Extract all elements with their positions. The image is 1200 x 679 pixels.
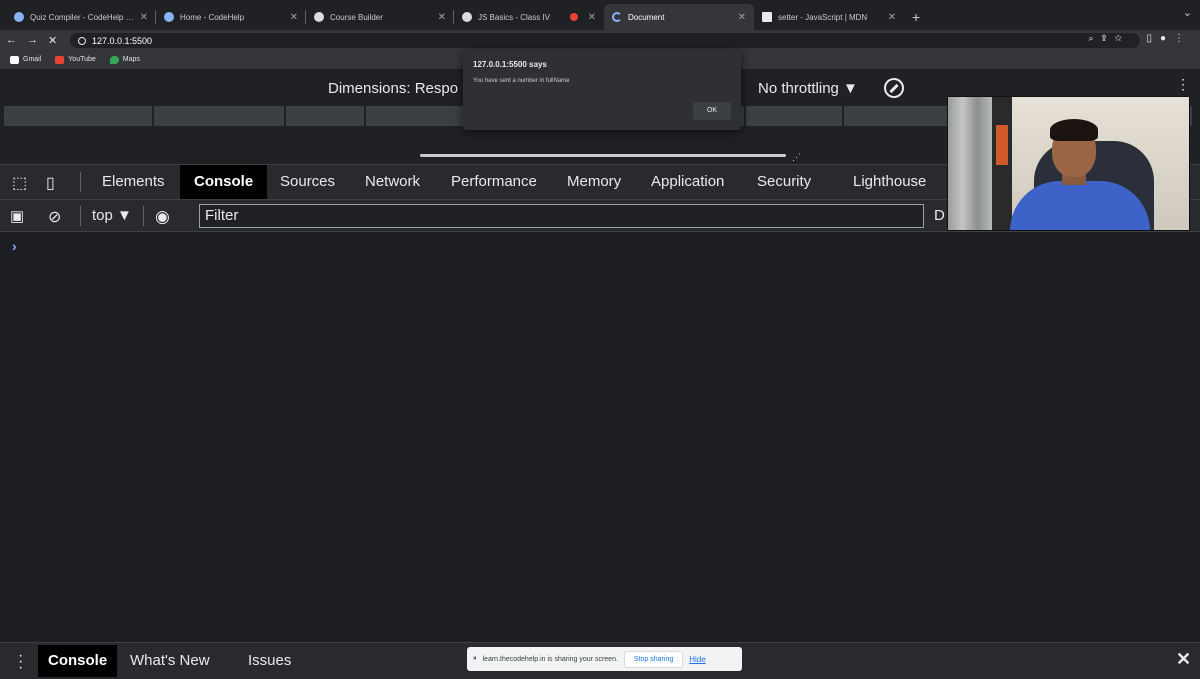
codehelp-favicon-icon: [164, 12, 174, 22]
close-tab-icon[interactable]: ✕: [290, 12, 298, 23]
alert-origin: 127.0.0.1:5500 says: [473, 60, 547, 69]
browser-tab[interactable]: Quiz Compiler - CodeHelp Le ✕: [6, 4, 156, 30]
browser-tab-active[interactable]: Document ✕: [604, 4, 754, 30]
recording-indicator-icon: [569, 13, 578, 21]
browser-tab[interactable]: Home - CodeHelp ✕: [156, 4, 306, 30]
clear-console-icon[interactable]: ⊘: [48, 207, 61, 227]
loading-spinner-icon: [612, 12, 622, 22]
log-levels-dropdown[interactable]: D: [934, 207, 945, 224]
browser-tab[interactable]: JS Basics - Class IV ✕: [454, 4, 604, 30]
dimensions-dropdown[interactable]: Dimensions: Respo: [328, 80, 458, 97]
stop-loading-icon[interactable]: ✕: [48, 34, 57, 47]
globe-favicon-icon: [462, 12, 472, 22]
tab-performance[interactable]: Performance: [437, 165, 551, 199]
address-url: 127.0.0.1:5500: [92, 35, 153, 46]
screen-share-bar: ⏸ learn.thecodehelp.in is sharing your s…: [467, 647, 742, 671]
share-message: learn.thecodehelp.in is sharing your scr…: [482, 655, 618, 663]
tab-network[interactable]: Network: [351, 165, 434, 199]
navigation-bar: ← → ✕ 127.0.0.1:5500 ⌕⇪☆ ▯●⋮: [0, 30, 1200, 50]
console-output[interactable]: ›: [0, 232, 1200, 642]
new-tab-button[interactable]: +: [904, 4, 928, 30]
close-tab-icon[interactable]: ✕: [140, 12, 148, 23]
tab-title: Course Builder: [330, 12, 383, 22]
browser-tab[interactable]: Course Builder ✕: [306, 4, 454, 30]
tab-elements[interactable]: Elements: [88, 165, 179, 199]
close-drawer-icon[interactable]: ✕: [1176, 649, 1191, 670]
tab-console[interactable]: Console: [180, 165, 268, 199]
hide-share-bar-link[interactable]: Hide: [689, 655, 705, 664]
bookmark-youtube[interactable]: YouTube: [55, 55, 96, 64]
bookmark-star-icon[interactable]: ☆: [1115, 33, 1130, 43]
console-prompt-icon[interactable]: ›: [12, 238, 17, 254]
alert-dialog: 127.0.0.1:5500 says You have sent a numb…: [463, 50, 741, 130]
resize-corner-icon[interactable]: ⋰: [792, 152, 801, 163]
tab-title: setter - JavaScript | MDN: [778, 12, 868, 22]
drawer-tab-console[interactable]: Console: [38, 645, 118, 677]
inspect-element-icon[interactable]: ⬚: [12, 173, 27, 193]
tab-security[interactable]: Security: [743, 165, 825, 199]
alert-message: You have sent a number in fullName: [473, 78, 570, 84]
pause-icon: ⏸: [473, 655, 477, 662]
browser-tab[interactable]: setter - JavaScript | MDN ✕: [754, 4, 904, 30]
device-toolbar-menu-icon[interactable]: ⋮: [1176, 76, 1190, 93]
maps-pin-icon: [109, 55, 119, 64]
tab-title: Document: [628, 12, 665, 22]
omnibox-actions: ⌕⇪☆: [1089, 33, 1131, 44]
tab-lighthouse[interactable]: Lighthouse: [839, 165, 940, 199]
gmail-icon: [10, 55, 19, 64]
browser-menu-icon[interactable]: ⋮: [1174, 33, 1192, 44]
bookmark-label: Maps: [122, 56, 140, 63]
share-icon[interactable]: ⇪: [1102, 33, 1115, 43]
bookmark-gmail[interactable]: Gmail: [10, 55, 42, 64]
tab-sources[interactable]: Sources: [266, 165, 349, 199]
close-tab-icon[interactable]: ✕: [738, 12, 746, 23]
context-selector[interactable]: top ▼: [92, 207, 132, 224]
zoom-icon[interactable]: ⌕: [1089, 33, 1102, 43]
device-toggle-icon[interactable]: ▯: [46, 173, 55, 193]
webcam-video-overlay: [947, 96, 1190, 231]
back-arrow-icon[interactable]: ←: [6, 34, 17, 46]
stop-sharing-button[interactable]: Stop sharing: [623, 650, 684, 668]
sidepanel-icon[interactable]: ▯: [1146, 33, 1160, 44]
close-tab-icon[interactable]: ✕: [438, 12, 446, 23]
youtube-icon: [55, 55, 65, 64]
throttling-dropdown[interactable]: No throttling ▼: [758, 80, 858, 97]
tab-title: JS Basics - Class IV: [478, 12, 551, 22]
tab-search-chevron-icon[interactable]: ⌄: [1183, 6, 1192, 19]
devtools-drawer: · · · Console What's New Issues ⏸ learn.th…: [0, 642, 1200, 679]
rotate-icon[interactable]: [884, 78, 904, 98]
sidebar-toggle-icon[interactable]: ▣: [10, 207, 24, 225]
drawer-tab-whats-new[interactable]: What's New: [120, 645, 220, 677]
drawer-tab-issues[interactable]: Issues: [238, 645, 301, 677]
globe-favicon-icon: [314, 12, 324, 22]
tab-application[interactable]: Application: [637, 165, 738, 199]
tab-title: Home - CodeHelp: [180, 12, 245, 22]
codehelp-favicon-icon: [14, 12, 24, 22]
site-info-icon[interactable]: [78, 36, 86, 45]
browser-actions: ▯●⋮: [1146, 33, 1192, 44]
mdn-favicon-icon: [762, 12, 772, 22]
drawer-menu-icon[interactable]: · · ·: [18, 648, 23, 676]
viewport-resize-handle[interactable]: [420, 154, 786, 157]
bookmark-label: YouTube: [68, 56, 96, 63]
filter-input[interactable]: Filter: [199, 204, 924, 228]
forward-arrow-icon[interactable]: →: [27, 34, 38, 46]
bookmark-maps[interactable]: Maps: [109, 55, 140, 64]
bookmark-label: Gmail: [23, 56, 42, 63]
tab-title: Quiz Compiler - CodeHelp Le: [30, 12, 134, 22]
browser-tab-strip: Quiz Compiler - CodeHelp Le ✕ Home - Cod…: [0, 0, 1200, 30]
close-tab-icon[interactable]: ✕: [588, 12, 596, 23]
live-expression-eye-icon[interactable]: ◉: [155, 207, 170, 227]
address-bar[interactable]: 127.0.0.1:5500 ⌕⇪☆: [70, 33, 1140, 48]
close-tab-icon[interactable]: ✕: [888, 12, 896, 23]
tab-memory[interactable]: Memory: [553, 165, 635, 199]
alert-ok-button[interactable]: OK: [693, 102, 731, 120]
profile-avatar-icon[interactable]: ●: [1160, 33, 1174, 44]
